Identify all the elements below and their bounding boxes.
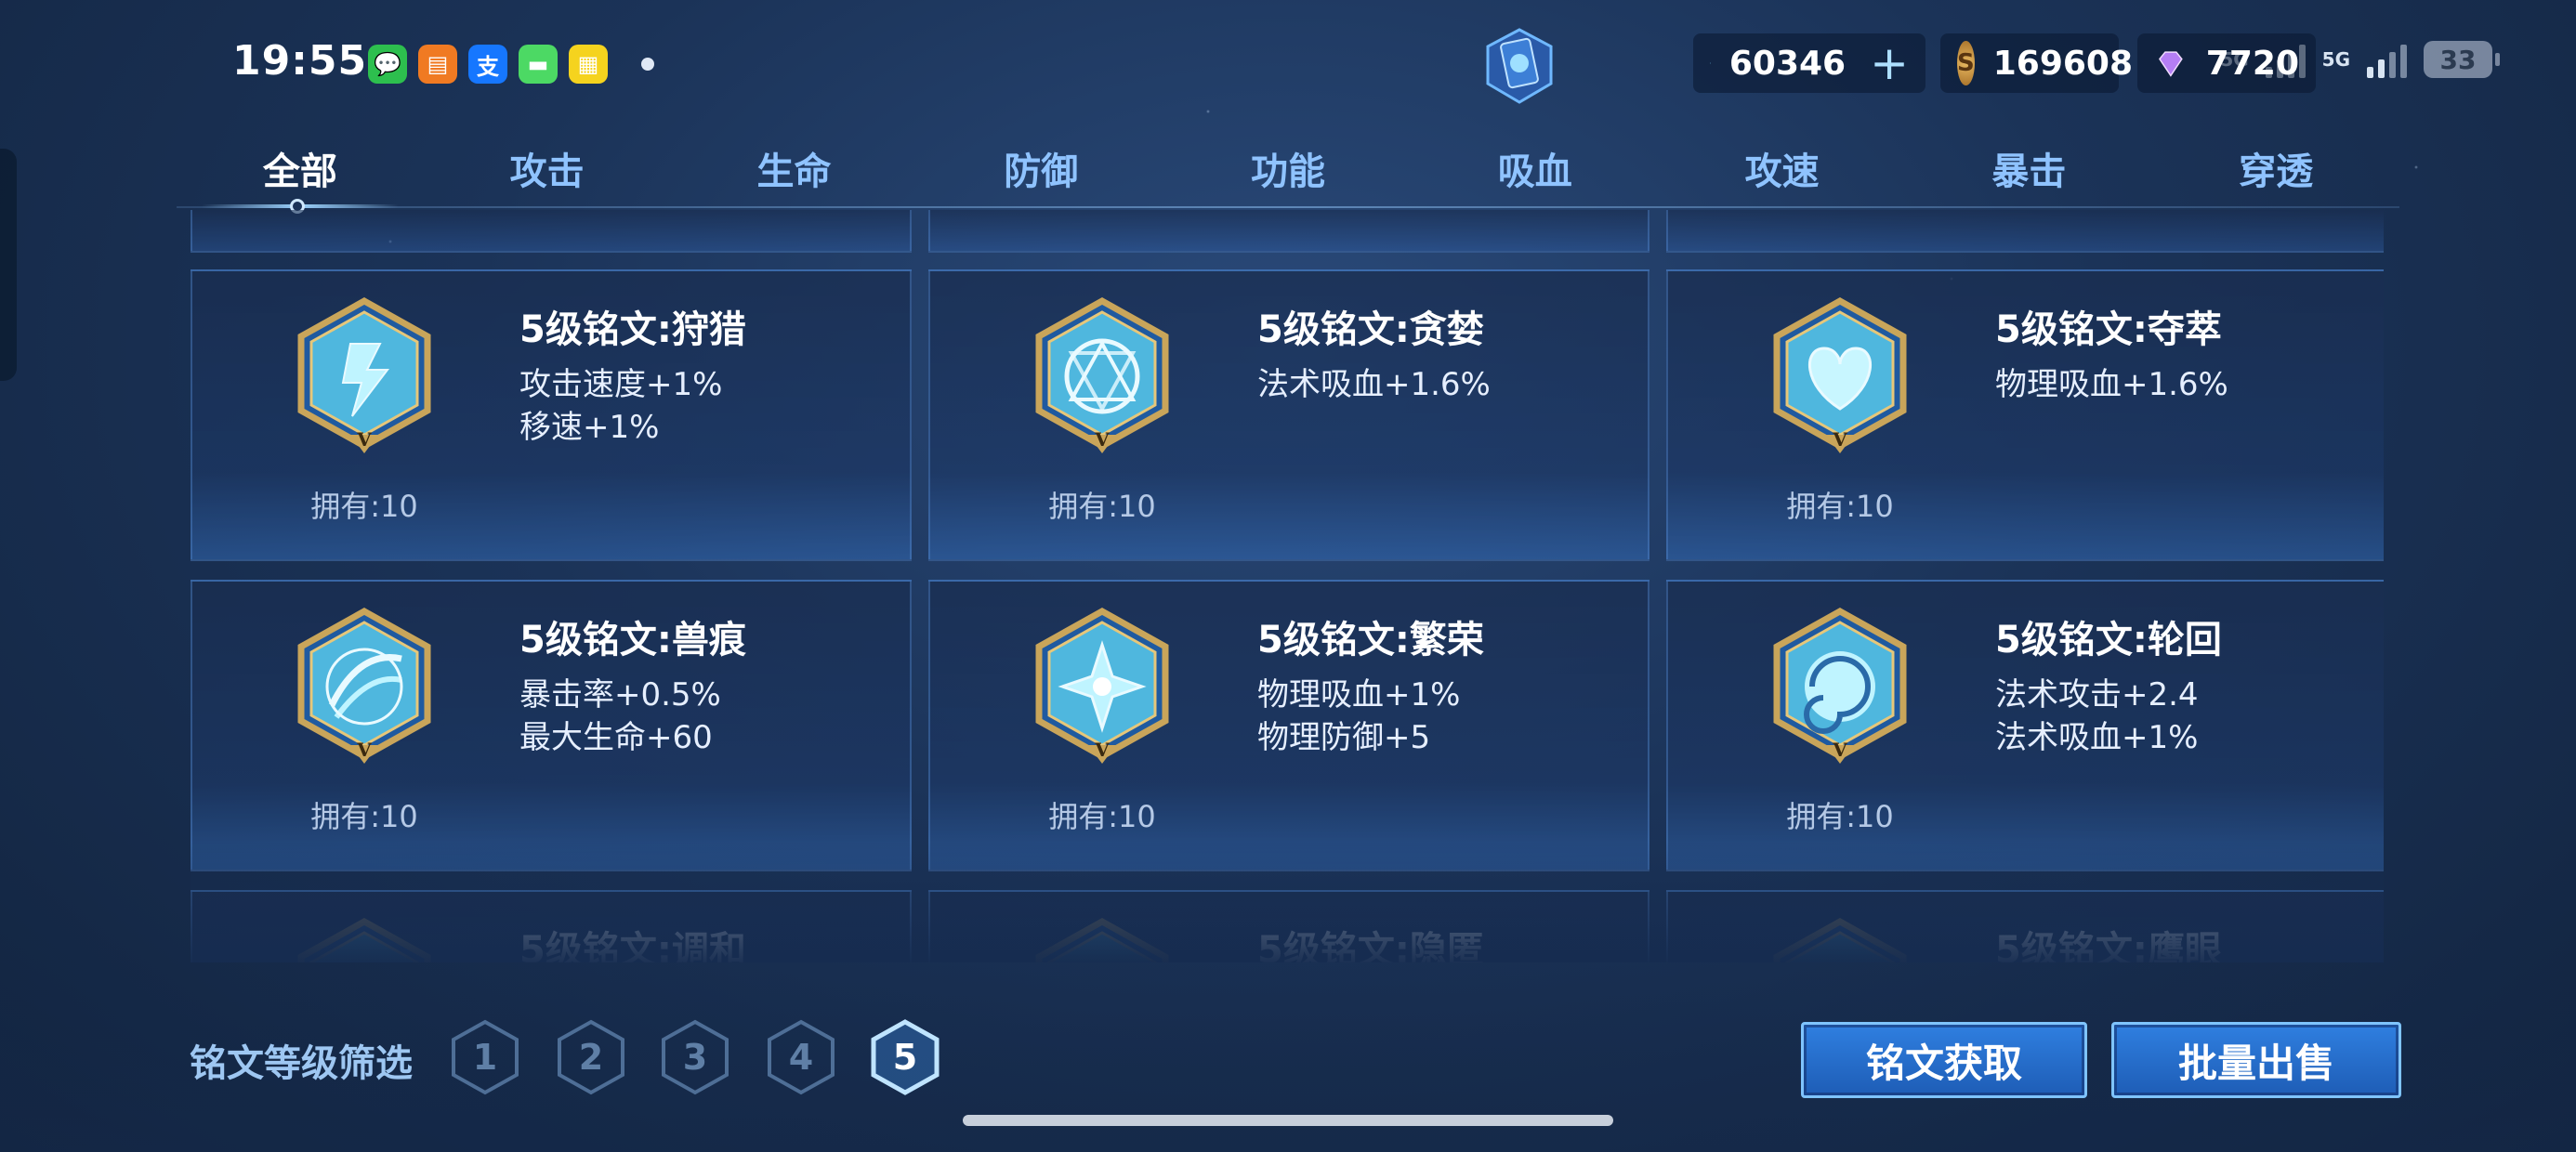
gem-currency: 7720 <box>2137 33 2316 93</box>
network-label-2: 5G <box>2321 48 2350 71</box>
rune-title: 5级铭文:狩猎 <box>519 308 746 351</box>
level-number: 2 <box>578 1037 604 1078</box>
tab-all[interactable]: 全部 <box>177 132 424 208</box>
beast-mark-rune-icon: V <box>297 608 431 764</box>
rune-card[interactable]: V 5级铭文:轮回法术攻击+2.4 法术吸血+1% 拥有:10 <box>1666 580 2384 871</box>
obtain-rune-button[interactable]: 铭文获取 <box>1801 1022 2087 1098</box>
tab-lifesteal[interactable]: 吸血 <box>1412 132 1659 208</box>
reincarnation-rune-icon: V <box>1773 608 1907 764</box>
coin-value: 169608 <box>1992 44 2134 83</box>
home-indicator[interactable] <box>963 1115 1613 1126</box>
rune-stat: 物理防御+5 <box>1257 719 1431 756</box>
rune-stat: 法术吸血+1.6% <box>1257 366 1491 403</box>
coin-currency: S 169608 <box>1940 33 2133 93</box>
svg-text:V: V <box>1094 428 1110 451</box>
tab-penetration[interactable]: 穿透 <box>2152 132 2399 208</box>
level-filter-label: 铭文等级筛选 <box>190 1042 413 1085</box>
svg-text:V: V <box>1832 739 1847 761</box>
prosperity-rune-icon: V <box>1035 608 1169 764</box>
wechat-icon: 💬 <box>368 45 407 84</box>
rune-card-partial[interactable] <box>1666 210 2384 253</box>
rune-stat: 最大生命+60 <box>519 719 713 756</box>
rune-owned-count: 拥有:10 <box>1786 489 1894 524</box>
level-number: 1 <box>472 1037 498 1078</box>
rune-owned-count: 拥有:10 <box>1048 489 1156 524</box>
tab-health[interactable]: 生命 <box>671 132 918 208</box>
gem-value: 7720 <box>2205 44 2299 83</box>
bulk-sell-button[interactable]: 批量出售 <box>2111 1022 2401 1098</box>
tab-attack-speed[interactable]: 攻速 <box>1659 132 1906 208</box>
rune-title: 5级铭文:轮回 <box>1995 619 2222 661</box>
rune-card[interactable]: V 5级铭文:狩猎攻击速度+1% 移速+1% 拥有:10 <box>191 269 912 561</box>
rune-owned-count: 拥有:10 <box>310 799 418 834</box>
diamond-icon <box>1710 62 1711 64</box>
rune-title: 5级铭文:繁荣 <box>1257 619 1484 661</box>
status-app-icons: 💬 ▤ 支 ▬ ▦ <box>368 45 608 84</box>
rune-stat: 攻击速度+1% <box>519 366 723 403</box>
rune-card[interactable]: V 5级铭文:夺萃物理吸血+1.6% 拥有:10 <box>1666 269 2384 561</box>
rune-owned-count: 拥有:10 <box>310 489 418 524</box>
level-filter-5[interactable]: 5 <box>870 1018 940 1096</box>
tab-utility[interactable]: 功能 <box>1164 132 1412 208</box>
rune-card[interactable]: V 5级铭文:繁荣物理吸血+1% 物理防御+5 拥有:10 <box>928 580 1649 871</box>
rune-card[interactable]: V 5级铭文:贪婪法术吸血+1.6% 拥有:10 <box>928 269 1649 561</box>
level-filter-3[interactable]: 3 <box>660 1018 730 1096</box>
level-filter-1[interactable]: 1 <box>450 1018 520 1096</box>
news-icon: ▦ <box>569 45 608 84</box>
rune-card[interactable]: V 5级铭文:兽痕暴击率+0.5% 最大生命+60 拥有:10 <box>191 580 912 871</box>
purple-gem-icon <box>2159 51 2183 77</box>
svg-text:V: V <box>1832 428 1847 451</box>
category-tabs: 全部 攻击 生命 防御 功能 吸血 攻速 暴击 穿透 <box>177 132 2399 208</box>
svg-text:V: V <box>356 739 372 761</box>
level-number: 5 <box>892 1037 918 1078</box>
rune-owned-count: 拥有:10 <box>1048 799 1156 834</box>
level-number: 4 <box>788 1037 814 1078</box>
rune-stat: 物理吸血+1% <box>1257 676 1461 713</box>
battery-icon: 33 <box>2424 41 2500 78</box>
rune-stat: 暴击率+0.5% <box>519 676 721 713</box>
status-time: 19:55 <box>232 37 368 85</box>
reader-icon: ▤ <box>418 45 457 84</box>
battery-level: 33 <box>2439 44 2477 75</box>
alipay-icon: 支 <box>468 45 507 84</box>
tab-divider <box>177 206 2399 208</box>
rune-stat: 法术攻击+2.4 <box>1995 676 2199 713</box>
rune-card-partial[interactable] <box>191 210 912 253</box>
rune-owned-count: 拥有:10 <box>1786 799 1894 834</box>
side-handle[interactable] <box>0 149 17 381</box>
level-filter-4[interactable]: 4 <box>766 1018 836 1096</box>
rune-title: 5级铭文:兽痕 <box>519 619 746 661</box>
rune-stat: 移速+1% <box>519 409 660 446</box>
level-filter-2[interactable]: 2 <box>556 1018 626 1096</box>
tab-defense[interactable]: 防御 <box>917 132 1164 208</box>
rune-stat: 物理吸血+1.6% <box>1995 366 2228 403</box>
rune-grid[interactable]: V 5级铭文:狩猎攻击速度+1% 移速+1% 拥有:10 V 5级铭文:贪婪法术吸血… <box>191 210 2384 962</box>
tab-crit[interactable]: 暴击 <box>1905 132 2152 208</box>
hunt-rune-icon: V <box>297 297 431 453</box>
gold-coin-icon: S <box>1957 41 1975 85</box>
rune-card-partial[interactable] <box>928 210 1649 253</box>
level-number: 3 <box>682 1037 708 1078</box>
tab-attack[interactable]: 攻击 <box>424 132 671 208</box>
messages-icon: ▬ <box>519 45 558 84</box>
greed-rune-icon: V <box>1035 297 1169 453</box>
notification-dot <box>641 58 654 71</box>
diamond-currency: 60346 + <box>1693 33 1925 93</box>
diamond-value: 60346 <box>1728 44 1847 83</box>
svg-text:V: V <box>356 428 372 451</box>
rune-stat: 法术吸血+1% <box>1995 719 2199 756</box>
add-diamond-button[interactable]: + <box>1870 40 1909 86</box>
svg-text:V: V <box>1094 739 1110 761</box>
rune-title: 5级铭文:贪婪 <box>1257 308 1484 351</box>
rune-title: 5级铭文:夺萃 <box>1995 308 2222 351</box>
signal-icon-2 <box>2367 41 2407 78</box>
plunder-rune-icon: V <box>1773 297 1907 453</box>
card-deck-icon[interactable] <box>1482 26 1557 106</box>
